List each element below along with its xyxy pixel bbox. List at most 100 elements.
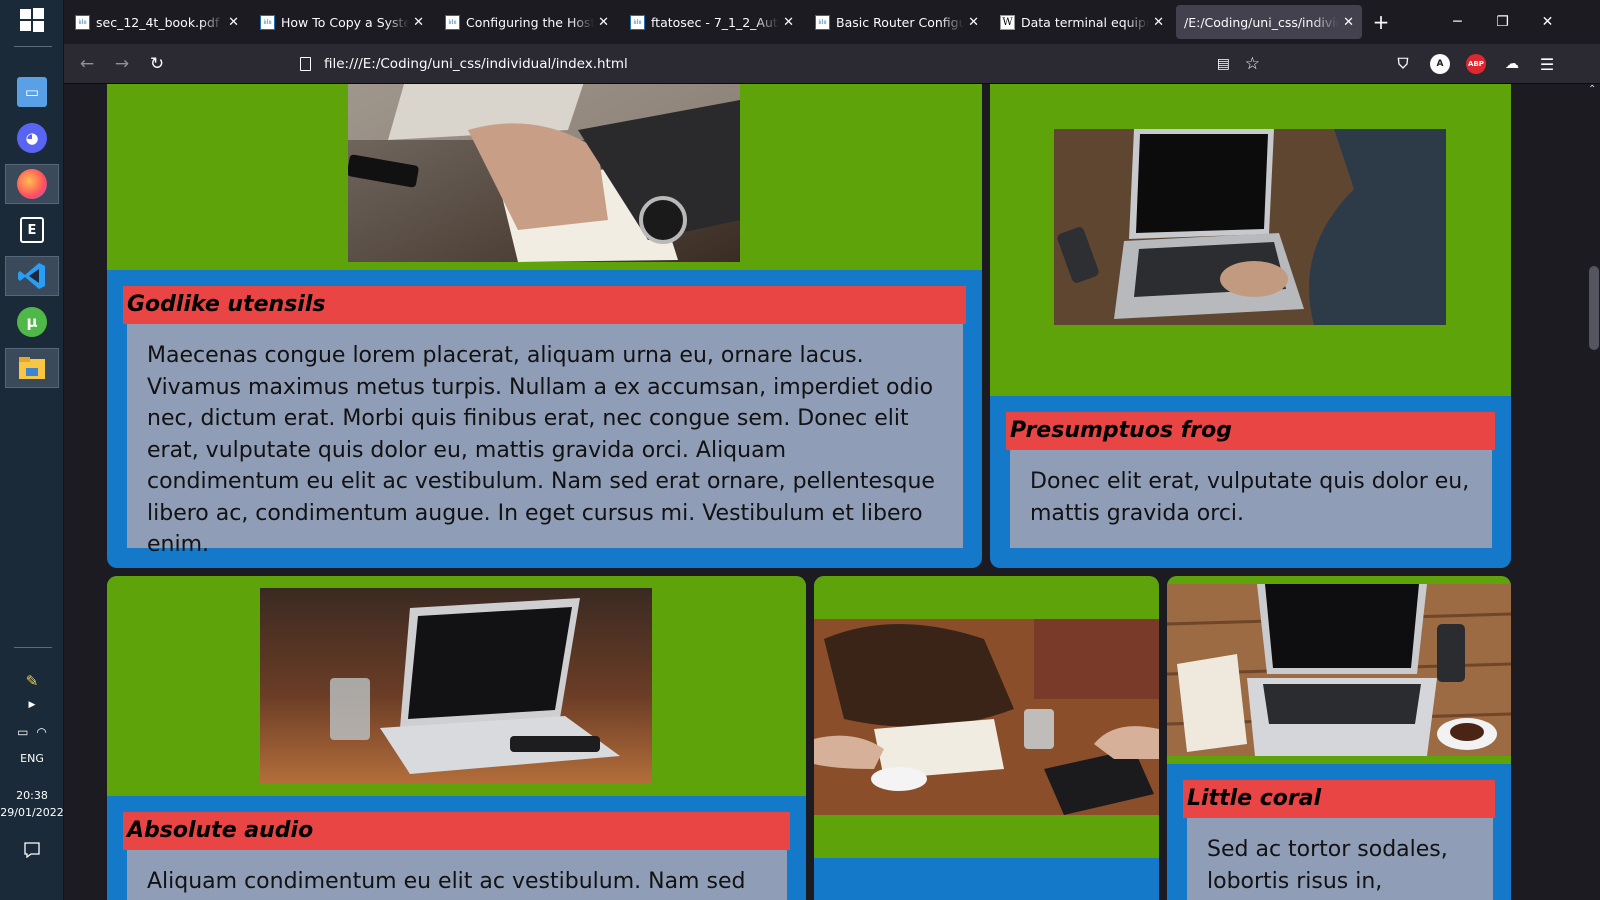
windows-start-button[interactable] <box>5 0 59 40</box>
browser-tab[interactable]: iılıı ftatosec - 7_1_2_AutoSecure ✕ <box>622 5 802 39</box>
card-image-area <box>107 576 806 796</box>
close-tab-icon[interactable]: ✕ <box>1153 15 1164 30</box>
card-image-area <box>107 84 982 270</box>
tab-title: ftatosec - 7_1_2_AutoSecure <box>651 14 779 30</box>
browser-tab[interactable]: iılıı How To Copy a System Image ✕ <box>252 5 432 39</box>
forward-button[interactable]: → <box>109 52 135 76</box>
browser-tab-active[interactable]: /E:/Coding/uni_css/individual/ ✕ <box>1176 5 1362 39</box>
tab-title: Data terminal equipment <box>1021 14 1149 30</box>
taskbar-app-file-explorer[interactable] <box>5 348 59 388</box>
browser-tab[interactable]: W Data terminal equipment ✕ <box>992 5 1172 39</box>
card-text: Maecenas congue lorem placerat, aliquam … <box>127 324 963 557</box>
tray-language[interactable]: ENG <box>0 750 64 767</box>
card-image-area <box>814 576 1159 858</box>
taskbar-separator <box>14 647 52 648</box>
restore-button[interactable]: ❐ <box>1480 0 1525 44</box>
card-photo-typing <box>1054 129 1446 325</box>
reader-view-icon[interactable]: ▤ <box>1217 56 1230 72</box>
plus-icon: + <box>1372 10 1390 34</box>
wifi-icon: ◠ <box>36 725 47 739</box>
reload-icon: ↻ <box>149 54 165 74</box>
photo-laptop-table <box>260 588 652 784</box>
card-godlike-utensils: Godlike utensils Maecenas congue lorem p… <box>107 84 982 568</box>
card-title: Godlike utensils <box>123 286 966 324</box>
card-title: Little coral <box>1183 780 1495 818</box>
page-scrollbar[interactable]: ⌃ <box>1586 84 1600 900</box>
browser-tab[interactable]: iılıı sec_12_4t_book.pdf ✕ <box>67 5 247 39</box>
browser-tab[interactable]: iılıı Basic Router Configuration ✕ <box>807 5 987 39</box>
reload-button[interactable]: ↻ <box>144 52 170 76</box>
url-text: file:///E:/Coding/uni_css/individual/ind… <box>324 56 628 72</box>
close-tab-icon[interactable]: ✕ <box>1343 15 1354 30</box>
address-bar[interactable]: file:///E:/Coding/uni_css/individual/ind… <box>282 48 1282 80</box>
adblock-plus-icon[interactable]: ABP <box>1466 54 1486 74</box>
windows-logo-icon <box>20 8 44 32</box>
menu-icon[interactable]: ☰ <box>1537 54 1557 74</box>
minimize-icon: ─ <box>1453 14 1462 30</box>
taskbar-app-utorrent[interactable]: µ <box>5 302 59 342</box>
vscode-icon <box>18 263 45 289</box>
cisco-icon: iılıı <box>445 14 460 30</box>
tray-notification-app[interactable]: ✎ <box>5 664 59 698</box>
taskbar-app-this-pc[interactable]: ▭ <box>5 72 59 112</box>
wikipedia-icon: W <box>1000 14 1015 30</box>
photo-notebook-writing <box>348 84 740 262</box>
utorrent-icon: µ <box>17 307 47 337</box>
action-center-button[interactable] <box>5 830 59 870</box>
close-tab-icon[interactable]: ✕ <box>598 15 609 30</box>
cisco-icon: iılıı <box>630 14 645 30</box>
discord-icon: ◕ <box>17 123 47 153</box>
close-tab-icon[interactable]: ✕ <box>228 15 239 30</box>
tab-title: Basic Router Configuration <box>836 14 965 30</box>
browser-tab-bar: iılıı sec_12_4t_book.pdf ✕ iılıı How To … <box>64 0 1600 44</box>
chevron-right-icon: ▶ <box>28 700 36 710</box>
folder-icon <box>19 357 45 379</box>
browser-tab[interactable]: iılıı Configuring the Hostname ✕ <box>437 5 617 39</box>
tray-status-icons[interactable]: ▭ ◠ <box>5 720 59 744</box>
page-icon <box>300 57 311 71</box>
arrow-left-icon: ← <box>79 54 95 74</box>
tray-expand-button[interactable]: ▶ <box>5 694 59 716</box>
card-photo-writing <box>348 84 740 262</box>
tray-date[interactable]: 29/01/2022 <box>0 804 64 821</box>
arrow-right-icon: → <box>114 54 130 74</box>
close-window-button[interactable]: ✕ <box>1525 0 1570 44</box>
minimize-button[interactable]: ─ <box>1435 0 1480 44</box>
photo-bag-notebook <box>814 619 1159 815</box>
close-tab-icon[interactable]: ✕ <box>413 15 424 30</box>
taskbar-app-epic-games[interactable]: E <box>5 210 59 250</box>
taskbar-app-discord[interactable]: ◕ <box>5 118 59 158</box>
card-presumptuos-frog: Presumptuos frog Donec elit erat, vulput… <box>990 84 1511 568</box>
page-viewport: Godlike utensils Maecenas congue lorem p… <box>64 84 1586 900</box>
privacy-icon[interactable]: ☁ <box>1502 54 1522 74</box>
card-coffee-table <box>814 576 1159 900</box>
close-tab-icon[interactable]: ✕ <box>968 15 979 30</box>
card-photo-bag <box>814 619 1159 815</box>
new-tab-button[interactable]: + <box>1364 5 1398 39</box>
battery-icon: ▭ <box>17 725 29 739</box>
card-title: Presumptuos frog <box>1006 412 1495 450</box>
card-text: Sed ac tortor sodales, lobortis risus in… <box>1187 818 1493 900</box>
tray-sticky-icon: ✎ <box>25 672 39 690</box>
firefox-icon <box>17 169 47 199</box>
epic-games-icon: E <box>20 217 44 243</box>
taskbar-app-firefox[interactable] <box>5 164 59 204</box>
account-icon[interactable]: A <box>1430 54 1450 74</box>
cisco-icon: iılıı <box>260 14 275 30</box>
taskbar-app-vscode[interactable] <box>5 256 59 296</box>
scrollbar-thumb[interactable] <box>1589 266 1599 350</box>
scroll-up-icon[interactable]: ⌃ <box>1588 84 1596 95</box>
bookmark-star-icon[interactable]: ☆ <box>1245 54 1260 74</box>
close-tab-icon[interactable]: ✕ <box>783 15 794 30</box>
pocket-icon[interactable]: ⛉ <box>1393 54 1413 74</box>
card-text: Aliquam condimentum eu elit ac vestibulu… <box>127 850 787 900</box>
browser-toolbar: ← → ↻ file:///E:/Coding/uni_css/individu… <box>64 44 1600 84</box>
card-photo-desk <box>1167 584 1511 756</box>
back-button[interactable]: ← <box>74 52 100 76</box>
cisco-icon: iılıı <box>75 14 90 30</box>
card-little-coral: Little coral Sed ac tortor sodales, lobo… <box>1167 576 1511 900</box>
card-title: Absolute audio <box>123 812 790 850</box>
tray-time[interactable]: 20:38 <box>0 787 64 804</box>
tab-title: /E:/Coding/uni_css/individual/ <box>1184 14 1339 30</box>
tab-title: Configuring the Hostname <box>466 14 595 30</box>
